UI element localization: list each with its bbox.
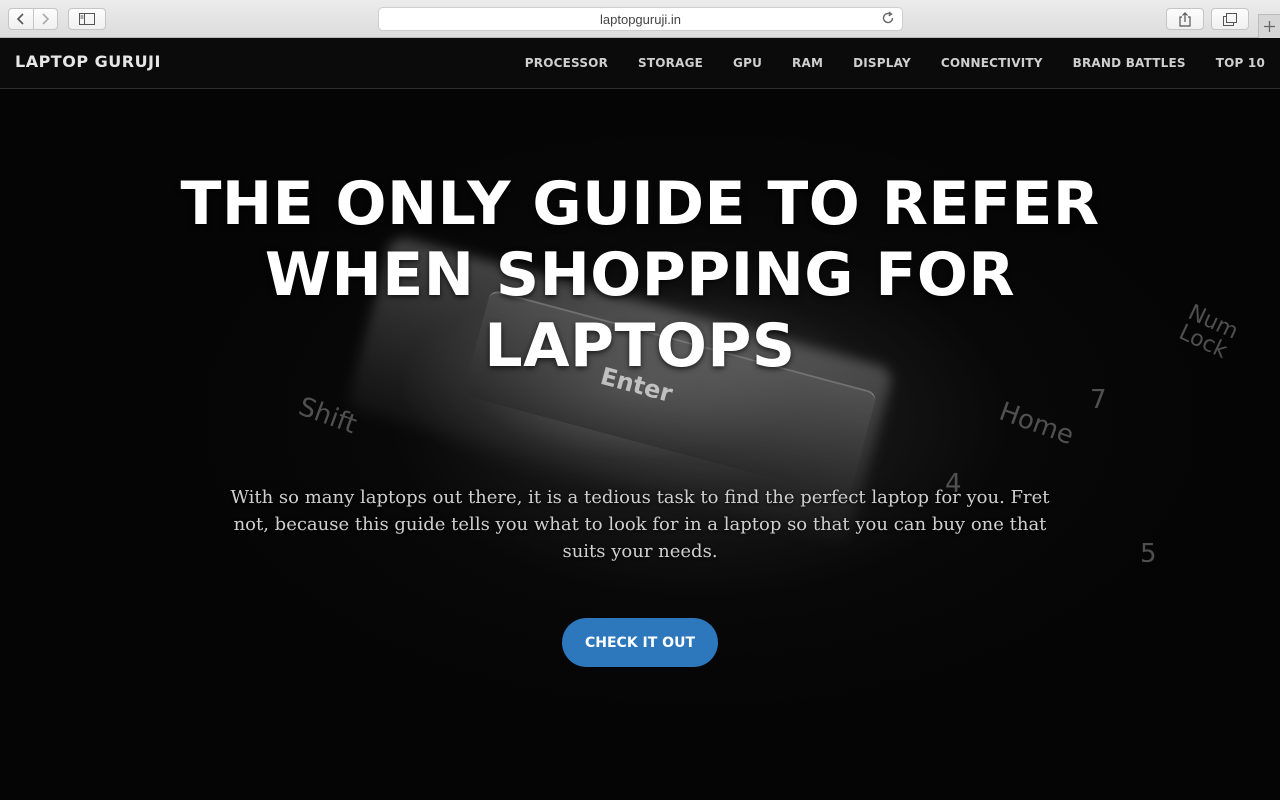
nav-link-brand-battles[interactable]: BRAND BATTLES xyxy=(1058,56,1201,70)
browser-toolbar: laptopguruji.in xyxy=(0,0,1280,38)
bg-key-home: Home xyxy=(995,396,1078,452)
new-tab-icon xyxy=(1264,21,1275,32)
tab-overview-button[interactable] xyxy=(1211,8,1249,30)
address-bar[interactable]: laptopguruji.in xyxy=(378,7,903,31)
site-navbar: LAPTOP GURUJI PROCESSOR STORAGE GPU RAM … xyxy=(0,38,1280,89)
nav-link-ram[interactable]: RAM xyxy=(777,56,838,70)
share-icon xyxy=(1179,11,1191,27)
main-menu: PROCESSOR STORAGE GPU RAM DISPLAY CONNEC… xyxy=(510,38,1280,88)
reload-button[interactable] xyxy=(881,11,895,30)
back-icon xyxy=(16,13,24,25)
bg-key-5: 5 xyxy=(1140,539,1157,569)
sidebar-icon xyxy=(79,13,95,25)
hero-section: Enter Shift Home 7 4 5 Num Lock THE ONLY… xyxy=(0,89,1280,800)
history-nav xyxy=(8,8,58,30)
new-tab-button[interactable] xyxy=(1258,14,1280,38)
bg-key-numlock: Num Lock xyxy=(1174,300,1242,364)
share-button[interactable] xyxy=(1166,8,1204,30)
bg-key-7: 7 xyxy=(1090,385,1107,415)
check-it-out-button[interactable]: CHECK IT OUT xyxy=(562,618,718,667)
tabs-icon xyxy=(1223,12,1237,26)
site-brand[interactable]: LAPTOP GURUJI xyxy=(15,52,161,71)
forward-button[interactable] xyxy=(32,9,57,29)
sidebar-button[interactable] xyxy=(68,8,106,30)
hero-subtitle: With so many laptops out there, it is a … xyxy=(230,487,1050,562)
reload-icon xyxy=(882,11,894,24)
url-text: laptopguruji.in xyxy=(600,11,681,27)
nav-link-display[interactable]: DISPLAY xyxy=(838,56,926,70)
nav-link-connectivity[interactable]: CONNECTIVITY xyxy=(926,56,1058,70)
nav-link-processor[interactable]: PROCESSOR xyxy=(510,56,623,70)
nav-link-top-10[interactable]: TOP 10 xyxy=(1201,56,1280,70)
nav-link-gpu[interactable]: GPU xyxy=(718,56,777,70)
hero-title: THE ONLY GUIDE TO REFER WHEN SHOPPING FO… xyxy=(180,169,1100,381)
back-button[interactable] xyxy=(9,9,33,29)
nav-link-storage[interactable]: STORAGE xyxy=(623,56,718,70)
forward-icon xyxy=(42,13,50,25)
